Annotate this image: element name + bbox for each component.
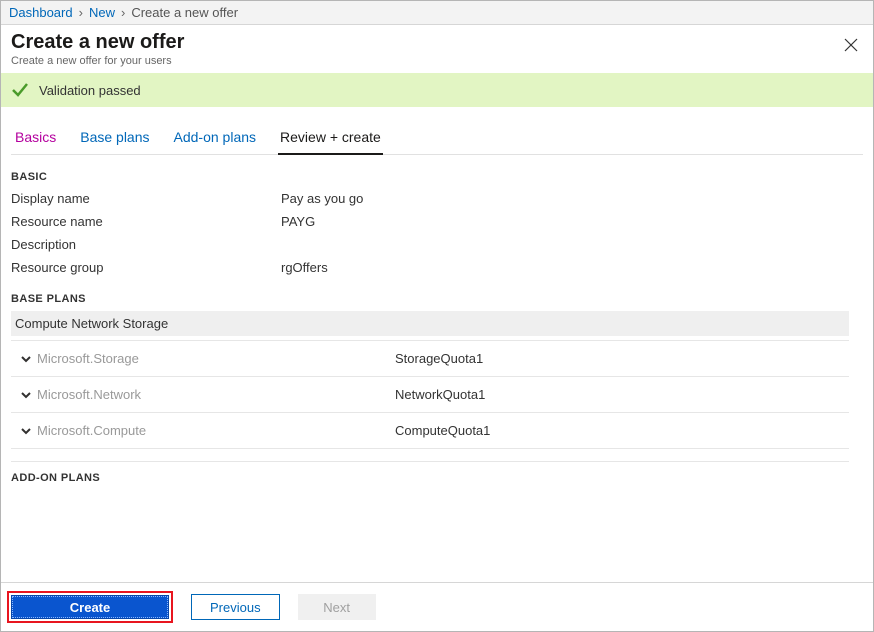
check-icon [11, 81, 29, 99]
field-description: Description [11, 237, 863, 252]
plan-provider: Microsoft.Storage [37, 351, 395, 366]
validation-message: Validation passed [39, 83, 141, 98]
button-bar: Create Previous Next [1, 582, 873, 631]
field-label: Resource name [11, 214, 281, 229]
field-value: Pay as you go [281, 191, 363, 206]
tab-addon-plans[interactable]: Add-on plans [172, 123, 259, 154]
plan-row[interactable]: Microsoft.Storage StorageQuota1 [11, 340, 849, 377]
chevron-down-icon[interactable] [15, 425, 37, 437]
field-label: Resource group [11, 260, 281, 275]
validation-banner: Validation passed [1, 73, 873, 107]
breadcrumb-new[interactable]: New [89, 5, 115, 20]
plan-quota: StorageQuota1 [395, 351, 483, 366]
divider [11, 461, 849, 462]
breadcrumb-dashboard[interactable]: Dashboard [9, 5, 73, 20]
page-header: Create a new offer Create a new offer fo… [1, 25, 873, 73]
plan-quota: ComputeQuota1 [395, 423, 490, 438]
tab-review-create[interactable]: Review + create [278, 123, 383, 155]
tab-bar: Basics Base plans Add-on plans Review + … [11, 123, 863, 155]
plan-provider: Microsoft.Compute [37, 423, 395, 438]
field-label: Description [11, 237, 281, 252]
tab-basics[interactable]: Basics [13, 123, 58, 154]
section-basic-label: BASIC [11, 171, 863, 183]
tab-base-plans[interactable]: Base plans [78, 123, 151, 154]
plan-row[interactable]: Microsoft.Compute ComputeQuota1 [11, 413, 849, 449]
field-value: rgOffers [281, 260, 328, 275]
plan-quota: NetworkQuota1 [395, 387, 485, 402]
page-title: Create a new offer [11, 31, 863, 54]
baseplan-group-name: Compute Network Storage [11, 311, 849, 336]
chevron-down-icon[interactable] [15, 389, 37, 401]
field-label: Display name [11, 191, 281, 206]
field-display-name: Display name Pay as you go [11, 191, 863, 206]
plan-row[interactable]: Microsoft.Network NetworkQuota1 [11, 377, 849, 413]
page-subtitle: Create a new offer for your users [11, 55, 863, 67]
breadcrumb: Dashboard › New › Create a new offer [1, 1, 873, 25]
previous-button[interactable]: Previous [191, 594, 280, 620]
next-button: Next [298, 594, 376, 620]
close-button[interactable] [841, 35, 861, 55]
section-baseplans-label: BASE PLANS [11, 293, 863, 305]
close-icon [844, 38, 858, 52]
field-resource-group: Resource group rgOffers [11, 260, 863, 275]
chevron-right-icon: › [121, 5, 125, 20]
create-button[interactable]: Create [12, 596, 168, 618]
create-button-highlight: Create [7, 591, 173, 623]
field-resource-name: Resource name PAYG [11, 214, 863, 229]
field-value: PAYG [281, 214, 315, 229]
breadcrumb-current: Create a new offer [131, 5, 238, 20]
section-addon-label: ADD-ON PLANS [11, 472, 863, 484]
chevron-down-icon[interactable] [15, 353, 37, 365]
chevron-right-icon: › [79, 5, 83, 20]
baseplan-table: Microsoft.Storage StorageQuota1 Microsof… [11, 340, 849, 449]
plan-provider: Microsoft.Network [37, 387, 395, 402]
